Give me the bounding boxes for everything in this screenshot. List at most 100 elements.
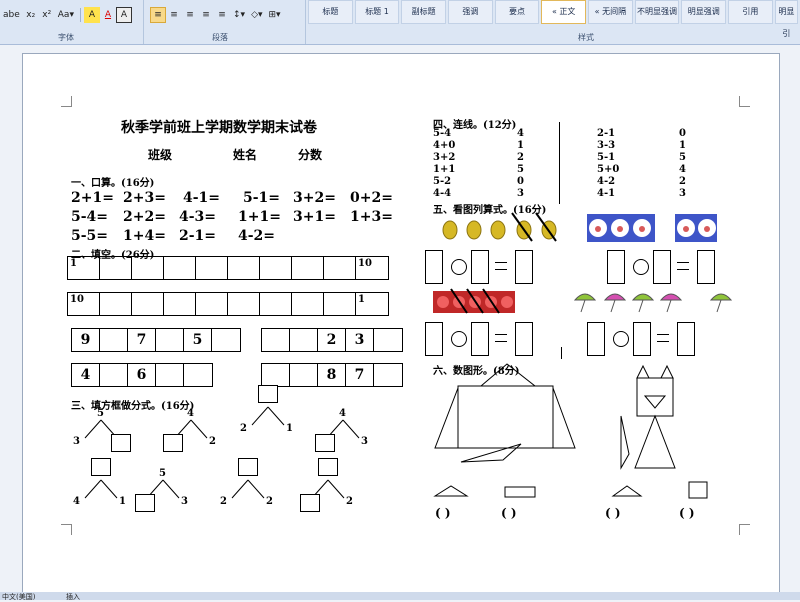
grid-cell[interactable] [324, 257, 356, 279]
match-right-expr[interactable]: 4-1 [597, 188, 615, 199]
style-subtitle[interactable]: 副标题 [401, 0, 447, 24]
grid-cell[interactable] [100, 257, 132, 279]
grid-cell[interactable] [132, 257, 164, 279]
match-right-expr[interactable]: 5-1 [597, 152, 615, 163]
grid-cell[interactable]: 1 [356, 293, 388, 315]
grid-cell[interactable] [196, 293, 228, 315]
operator-circle[interactable] [613, 331, 629, 347]
subscript-button[interactable]: x₂ [23, 7, 39, 23]
seq-cell[interactable]: 3 [346, 329, 374, 351]
align-right-button[interactable]: ≡ [182, 7, 198, 23]
grid-cell[interactable] [164, 257, 196, 279]
match-left-num[interactable]: 2 [517, 152, 524, 163]
answer-box[interactable] [111, 434, 131, 452]
seq-cell[interactable]: 4 [72, 364, 100, 386]
grid-cell[interactable] [324, 293, 356, 315]
match-left-num[interactable]: 3 [517, 188, 524, 199]
seq-cell[interactable]: 7 [128, 329, 156, 351]
seq-cell[interactable] [262, 329, 290, 351]
status-language[interactable]: 中文(美国) [2, 592, 35, 602]
answer-box[interactable] [315, 434, 335, 452]
seq-cell[interactable] [262, 364, 290, 386]
shading-button[interactable]: ◇▾ [248, 7, 265, 23]
strikethrough-button[interactable]: abe [0, 7, 23, 23]
answer-box[interactable] [515, 322, 533, 356]
distributed-button[interactable]: ≡ [214, 7, 230, 23]
match-right-expr[interactable]: 2-1 [597, 128, 615, 139]
match-right-num[interactable]: 0 [679, 128, 686, 139]
grid-cell[interactable]: 10 [356, 257, 388, 279]
seq-cell[interactable] [100, 364, 128, 386]
grid-cell[interactable] [164, 293, 196, 315]
answer-box[interactable] [91, 458, 111, 476]
seq-cell[interactable] [212, 329, 240, 351]
operator-circle[interactable] [633, 259, 649, 275]
grid-cell[interactable] [228, 293, 260, 315]
seq-cell[interactable] [100, 329, 128, 351]
style-quote[interactable]: 引用 [728, 0, 773, 24]
seq-cell[interactable] [374, 364, 402, 386]
style-subtle-emphasis[interactable]: 不明显强调 [634, 0, 680, 24]
grid-cell[interactable] [196, 257, 228, 279]
answer-box[interactable] [587, 322, 605, 356]
answer-box[interactable] [318, 458, 338, 476]
match-left-expr[interactable]: 4-4 [433, 188, 451, 199]
match-left-expr[interactable]: 5-4 [433, 128, 451, 139]
answer-box[interactable] [471, 250, 489, 284]
borders-button[interactable]: ⊞▾ [266, 7, 284, 23]
answer-blank[interactable]: ( ) [679, 506, 695, 520]
align-left-button[interactable]: ≡ [150, 7, 166, 23]
seq-cell[interactable] [290, 364, 318, 386]
answer-box[interactable] [425, 250, 443, 284]
style-no-spacing[interactable]: « 无间隔 [588, 0, 633, 24]
answer-blank[interactable]: ( ) [501, 506, 517, 520]
style-intense-emphasis[interactable]: 明显强调 [681, 0, 727, 24]
seq-cell[interactable]: 5 [184, 329, 212, 351]
answer-box[interactable] [258, 385, 278, 403]
seq-cell[interactable]: 9 [72, 329, 100, 351]
match-right-num[interactable]: 1 [679, 140, 686, 151]
answer-box[interactable] [607, 250, 625, 284]
answer-blank[interactable]: ( ) [435, 506, 451, 520]
operator-circle[interactable] [451, 331, 467, 347]
match-left-expr[interactable]: 3+2 [433, 152, 455, 163]
grid-cell[interactable]: 10 [68, 293, 100, 315]
superscript-button[interactable]: x² [39, 7, 55, 23]
match-right-expr[interactable]: 5+0 [597, 164, 619, 175]
match-left-num[interactable]: 1 [517, 140, 524, 151]
match-left-num[interactable]: 0 [517, 176, 524, 187]
style-heading-1[interactable]: 标题 1 [354, 0, 400, 24]
seq-cell[interactable] [156, 364, 184, 386]
answer-box[interactable] [471, 322, 489, 356]
seq-cell[interactable] [374, 329, 402, 351]
grid-cell[interactable] [292, 293, 324, 315]
operator-circle[interactable] [451, 259, 467, 275]
match-right-num[interactable]: 2 [679, 176, 686, 187]
seq-cell[interactable] [156, 329, 184, 351]
answer-box[interactable] [653, 250, 671, 284]
match-left-num[interactable]: 4 [517, 128, 524, 139]
answer-blank[interactable]: ( ) [605, 506, 621, 520]
answer-box[interactable] [633, 322, 651, 356]
seq-cell[interactable]: 6 [128, 364, 156, 386]
grid-cell[interactable] [228, 257, 260, 279]
grid-cell[interactable] [100, 293, 132, 315]
match-left-expr[interactable]: 4+0 [433, 140, 455, 151]
line-spacing-button[interactable]: ↕▾ [230, 7, 248, 23]
answer-box[interactable] [425, 322, 443, 356]
change-case-button[interactable]: Aa▾ [55, 7, 77, 23]
align-center-button[interactable]: ≡ [166, 7, 182, 23]
style-heading[interactable]: 标题 [308, 0, 353, 24]
font-color-button[interactable]: A [100, 7, 116, 23]
match-right-num[interactable]: 3 [679, 188, 686, 199]
match-right-num[interactable]: 4 [679, 164, 686, 175]
match-right-expr[interactable]: 4-2 [597, 176, 615, 187]
style-intense-quote[interactable]: 明显引 [774, 0, 799, 38]
style-strong[interactable]: 要点 [494, 0, 540, 24]
style-normal[interactable]: « 正文 [541, 0, 587, 24]
match-left-num[interactable]: 5 [517, 164, 524, 175]
answer-box[interactable] [515, 250, 533, 284]
seq-cell[interactable] [184, 364, 212, 386]
document-page[interactable]: 秋季学前班上学期数学期末试卷 班级 姓名 分数 一、口算。(16分) 2+1= … [22, 53, 780, 595]
answer-box[interactable] [300, 494, 320, 512]
